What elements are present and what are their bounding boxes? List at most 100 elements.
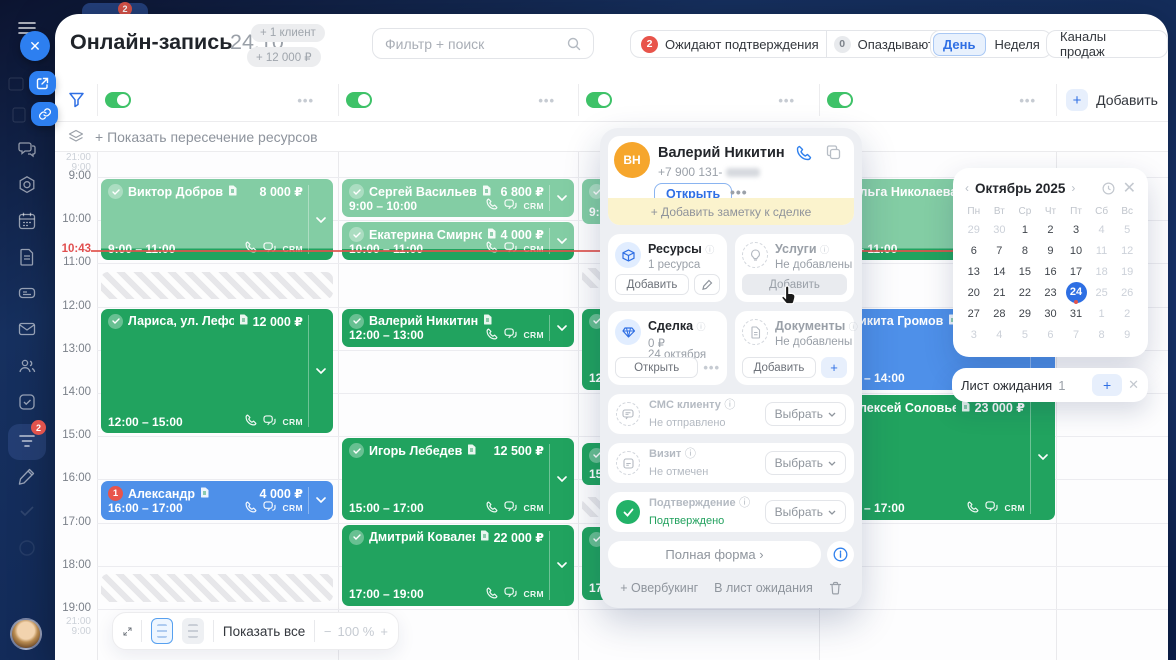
phone-icon[interactable] — [967, 501, 979, 516]
late-filter[interactable]: Опаздывают — [858, 37, 934, 52]
calendar-day[interactable]: 30 — [987, 219, 1013, 240]
add-document-button[interactable]: Добавить — [742, 357, 816, 378]
pencil-icon[interactable] — [17, 466, 37, 486]
calendar-day[interactable]: 23 — [1038, 282, 1064, 303]
calendar-day[interactable]: 5 — [1114, 219, 1140, 240]
calendar-day[interactable]: 14 — [987, 261, 1013, 282]
pending-filter[interactable]: Ожидают подтверждения — [665, 37, 819, 52]
calendar-day[interactable]: 10 — [1063, 240, 1089, 261]
resource-toggle[interactable] — [827, 92, 853, 108]
add-resource-button[interactable]: Добавить — [615, 274, 689, 295]
chevron-down-icon[interactable] — [549, 444, 574, 513]
expand-icon[interactable] — [123, 624, 132, 639]
search-input[interactable] — [385, 36, 567, 52]
add-note-button[interactable]: + Добавить заметку к сделке — [608, 198, 854, 225]
messengers-icon[interactable] — [504, 328, 517, 342]
resource-more-button[interactable]: ••• — [778, 93, 795, 108]
resource-header[interactable]: ••• — [586, 78, 809, 122]
user-avatar[interactable] — [10, 618, 42, 650]
calendar-icon[interactable] — [17, 211, 37, 231]
chevron-down-icon[interactable] — [549, 185, 574, 211]
phone-icon[interactable] — [245, 501, 257, 516]
calendar-day[interactable]: 29 — [961, 219, 987, 240]
resource-header[interactable]: ••• — [827, 78, 1050, 122]
mail-icon[interactable] — [17, 319, 37, 339]
phone-icon[interactable] — [486, 501, 498, 516]
calendar-day[interactable]: 16 — [1038, 261, 1064, 282]
clock-icon[interactable] — [1102, 182, 1115, 195]
deal-more-button[interactable]: ••• — [703, 360, 720, 375]
resource-toggle[interactable] — [105, 92, 131, 108]
chevron-down-icon[interactable] — [308, 185, 333, 254]
calendar-day[interactable]: 8 — [1089, 324, 1115, 345]
calendar-day[interactable]: 24 — [1063, 282, 1089, 303]
phone-icon[interactable] — [486, 198, 498, 213]
calendar-day[interactable]: 6 — [1038, 324, 1064, 345]
confirmation-select-button[interactable]: Выбрать — [765, 500, 846, 524]
resource-header[interactable]: ••• — [105, 78, 328, 122]
to-waitlist-button[interactable]: В лист ожидания — [714, 581, 813, 595]
appointment-card[interactable]: Лариса, ул. Лефорт...12 000 ₽12:00 – 15:… — [101, 309, 333, 434]
calendar-day[interactable]: 6 — [961, 240, 987, 261]
phone-icon[interactable] — [245, 241, 257, 256]
tab-week[interactable]: Неделя — [986, 34, 1049, 55]
settings-hexagon-icon[interactable] — [17, 175, 37, 195]
tasks-icon[interactable] — [17, 392, 37, 412]
show-all-button[interactable]: Показать все — [223, 624, 305, 639]
info-button[interactable] — [827, 541, 854, 568]
calendar-day[interactable]: 25 — [1089, 282, 1115, 303]
messengers-icon[interactable] — [504, 242, 517, 256]
phone-icon[interactable] — [245, 414, 257, 429]
messengers-icon[interactable] — [504, 587, 517, 601]
terminal-icon[interactable] — [17, 283, 37, 303]
appointment-card[interactable]: Сергей Васильев6 800 ₽9:00 – 10:00 CRM — [342, 179, 574, 217]
calendar-day[interactable]: 9 — [1038, 240, 1064, 261]
calendar-day[interactable]: 2 — [1038, 219, 1064, 240]
calendar-day[interactable]: 3 — [1063, 219, 1089, 240]
calendar-day[interactable]: 2 — [1114, 303, 1140, 324]
calendar-day[interactable]: 9 — [1114, 324, 1140, 345]
appointment-card[interactable]: Виктор Добров8 000 ₽9:00 – 11:00 CRM — [101, 179, 333, 260]
filter-funnel-icon[interactable] — [68, 91, 85, 108]
calendar-close-icon[interactable]: ✕ — [1123, 178, 1136, 198]
calendar-day[interactable]: 30 — [1038, 303, 1064, 324]
phone-icon[interactable] — [486, 587, 498, 602]
open-deal-button[interactable]: Открыть — [615, 357, 698, 378]
full-form-button[interactable]: Полная форма › — [608, 541, 821, 568]
calendar-day[interactable]: 15 — [1012, 261, 1038, 282]
external-link-button[interactable] — [29, 71, 56, 95]
appointment-card[interactable]: Валерий Никитин12:00 – 13:00 CRM — [342, 309, 574, 347]
calendar-day[interactable]: 12 — [1114, 240, 1140, 261]
calendar-day[interactable]: 18 — [1089, 261, 1115, 282]
calendar-day[interactable]: 4 — [1089, 219, 1115, 240]
phone-icon[interactable] — [486, 328, 498, 343]
appointment-card[interactable]: Екатерина Смирнова4 000 ₽10:00 – 11:00 C… — [342, 222, 574, 260]
calendar-day[interactable]: 27 — [961, 303, 987, 324]
zoom-out-button[interactable]: − — [324, 624, 332, 639]
calendar-day[interactable]: 28 — [987, 303, 1013, 324]
resource-toggle[interactable] — [586, 92, 612, 108]
edit-resource-button[interactable] — [694, 274, 720, 295]
search-box[interactable] — [372, 28, 594, 59]
calendar-day[interactable]: 5 — [1012, 324, 1038, 345]
messengers-icon[interactable] — [263, 415, 276, 429]
messengers-icon[interactable] — [263, 242, 276, 256]
calendar-prev-icon[interactable]: ‹ — [965, 181, 969, 195]
resource-header[interactable]: ••• — [346, 78, 569, 122]
calendar-day[interactable]: 4 — [987, 324, 1013, 345]
calendar-next-icon[interactable]: › — [1071, 181, 1075, 195]
close-button[interactable]: ✕ — [20, 31, 50, 61]
calendar-day[interactable]: 17 — [1063, 261, 1089, 282]
calendar-day[interactable]: 3 — [961, 324, 987, 345]
chevron-down-icon[interactable] — [308, 315, 333, 428]
appointment-card[interactable]: Игорь Лебедев12 500 ₽15:00 – 17:00 CRM — [342, 438, 574, 519]
calendar-day[interactable]: 20 — [961, 282, 987, 303]
calendar-day[interactable]: 1 — [1012, 219, 1038, 240]
call-icon[interactable] — [796, 145, 812, 161]
resource-more-button[interactable]: ••• — [538, 93, 555, 108]
document-icon[interactable] — [17, 247, 37, 267]
delete-icon[interactable] — [829, 581, 842, 595]
copy-icon[interactable] — [826, 145, 841, 160]
overbooking-button[interactable]: + Овербукинг — [620, 581, 698, 595]
calendar-day[interactable]: 19 — [1114, 261, 1140, 282]
